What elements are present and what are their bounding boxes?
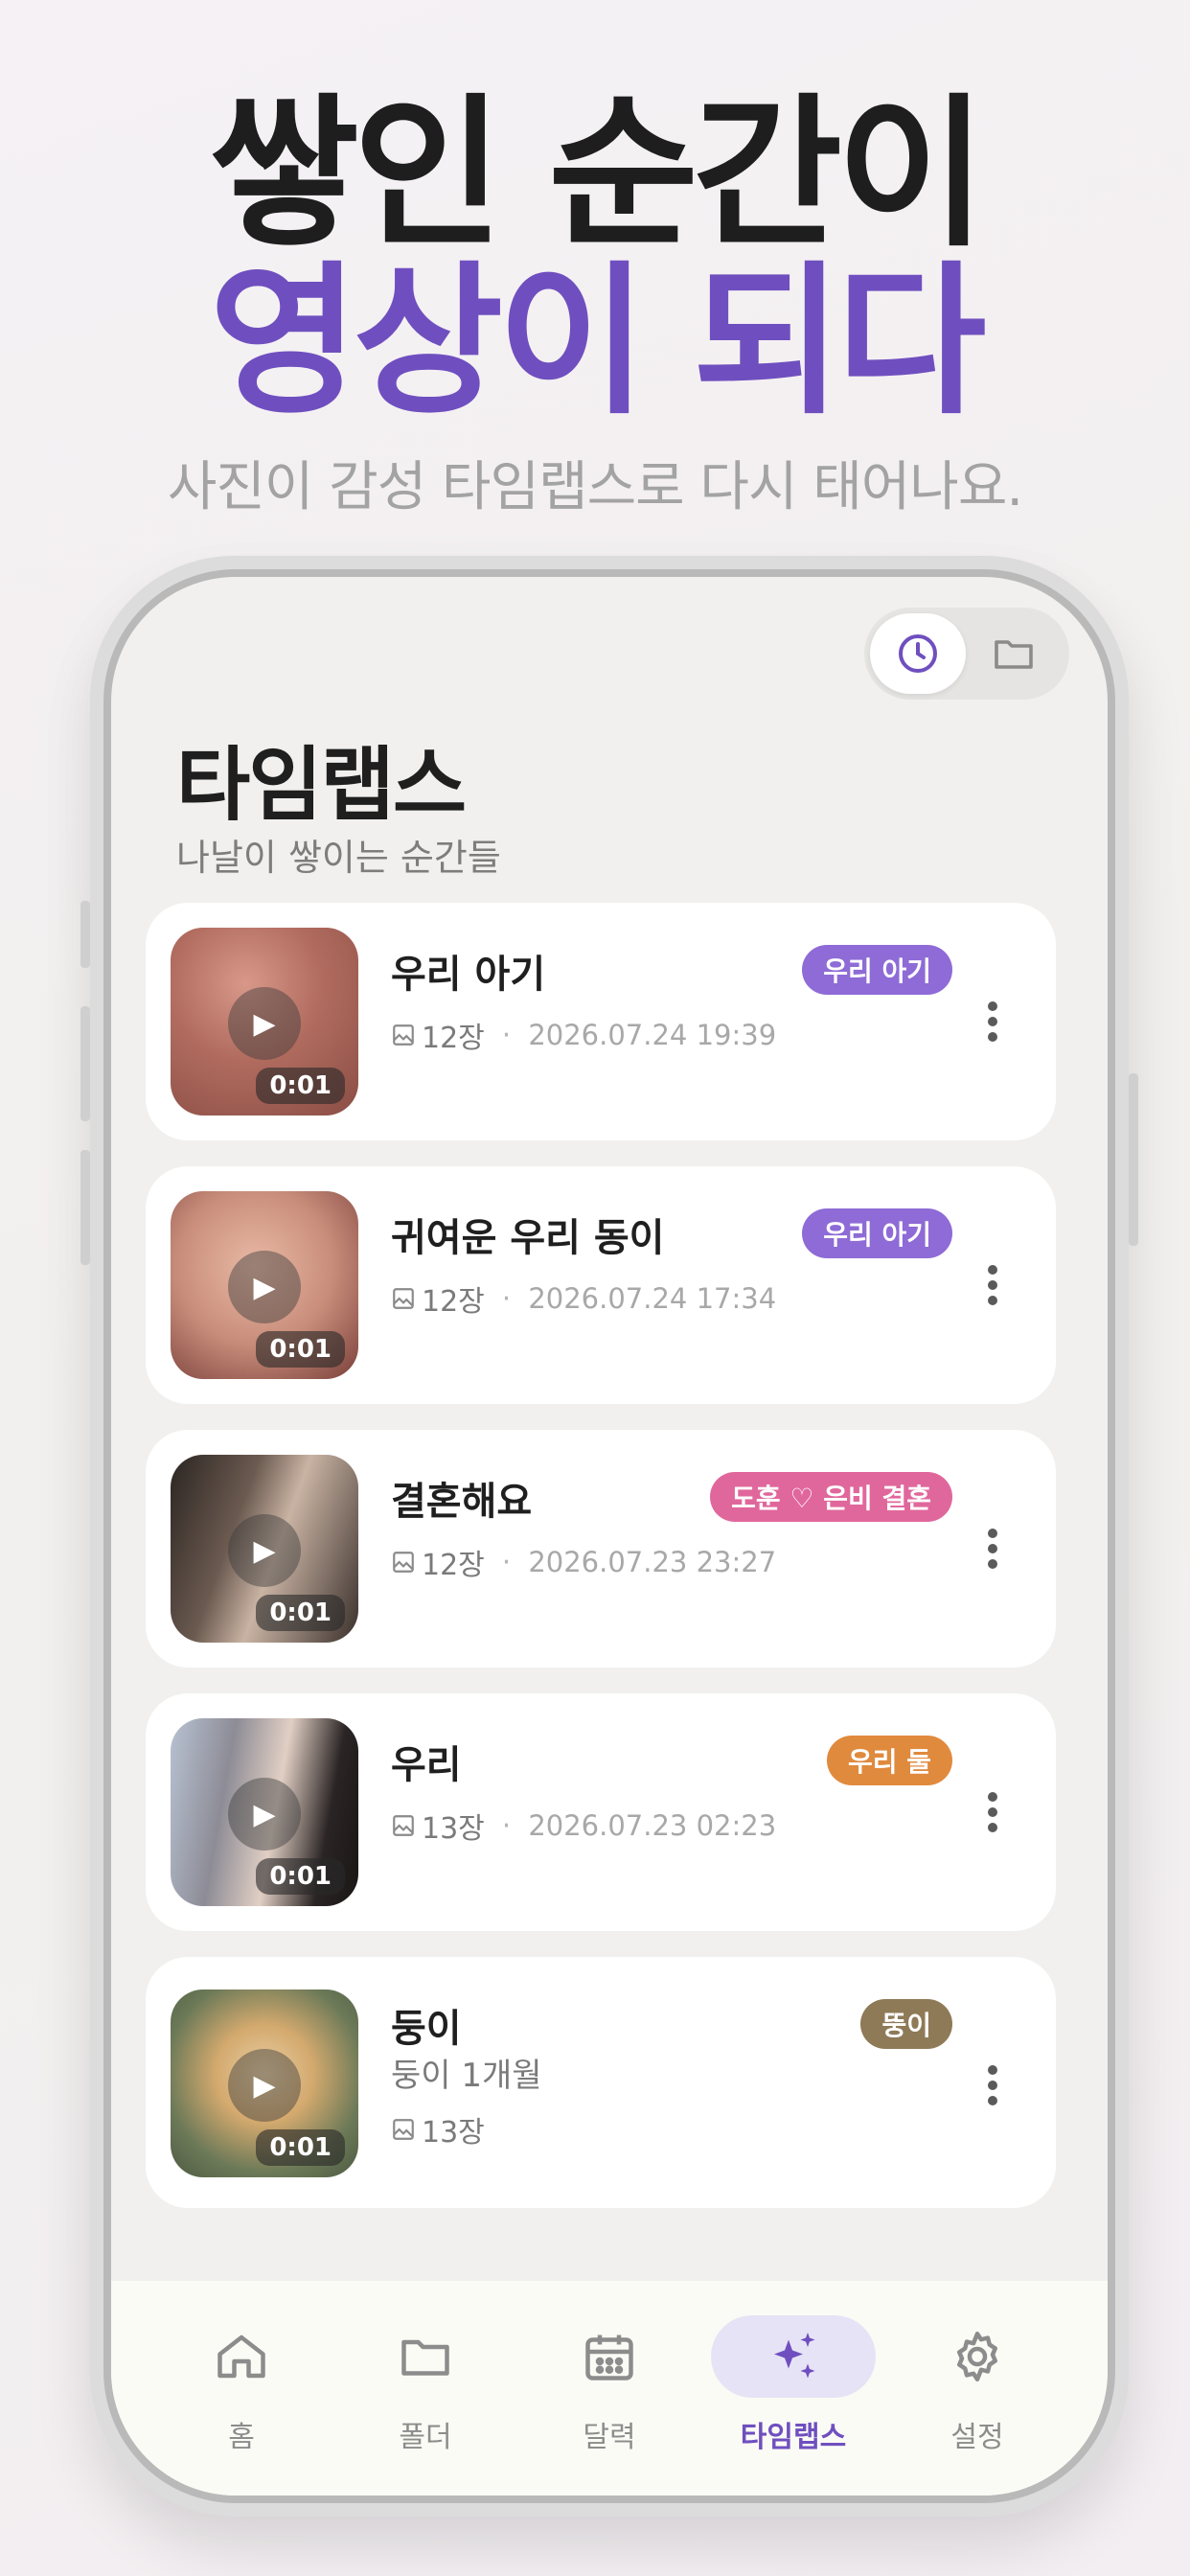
card-title: 결혼해요 xyxy=(391,1480,533,1524)
tab-label: 홈 xyxy=(228,2421,255,2454)
tab-settings[interactable]: 설정 xyxy=(891,2315,1064,2455)
duration-badge: 0:01 xyxy=(256,1331,345,1368)
folder-tag[interactable]: 도훈 ♡ 은비 결혼 xyxy=(710,1472,952,1522)
card-title: 우리 아기 xyxy=(391,953,546,997)
card-date: 2026.07.23 23:27 xyxy=(528,1546,777,1578)
folder-icon xyxy=(995,640,1033,669)
tab-label: 달력 xyxy=(583,2421,636,2454)
phone-frame: 타임랩스 나날이 쌓이는 순간들 ▶ 0:01 우리 아기 12장 · 2026… xyxy=(80,556,1138,2517)
clock-view-button[interactable] xyxy=(870,613,966,694)
side-button xyxy=(80,901,90,968)
play-icon: ▶ xyxy=(228,1778,301,1851)
card-title: 둥이 xyxy=(391,2007,462,2051)
card-meta: 12장 · 2026.07.24 17:34 xyxy=(391,1277,776,1320)
timelapse-card[interactable]: ▶ 0:01 우리 아기 12장 · 2026.07.24 19:39 우리 아… xyxy=(146,903,1056,1140)
timelapse-card[interactable]: ▶ 0:01 귀여운 우리 동이 12장 · 2026.07.24 17:34 … xyxy=(146,1166,1056,1404)
play-icon: ▶ xyxy=(228,1514,301,1587)
calendar-icon xyxy=(585,2334,633,2380)
folder-tag[interactable]: 우리 둘 xyxy=(826,1736,952,1785)
view-toggle xyxy=(864,608,1069,700)
separator-dot: · xyxy=(501,1808,512,1843)
more-options-icon[interactable] xyxy=(987,999,998,1045)
page-subtitle: 나날이 쌓이는 순간들 xyxy=(176,837,501,879)
duration-badge: 0:01 xyxy=(256,1595,345,1631)
more-options-icon[interactable] xyxy=(987,1262,998,1308)
bottom-tab-bar: 홈 폴더 달력 타임랩스 설정 xyxy=(111,2281,1108,2496)
photo-count: 12장 xyxy=(422,1022,485,1055)
separator-dot: · xyxy=(501,1545,512,1579)
card-date: 2026.07.24 17:34 xyxy=(528,1282,777,1315)
tab-label: 설정 xyxy=(950,2421,1004,2454)
more-options-icon[interactable] xyxy=(987,2062,998,2108)
video-thumbnail[interactable]: ▶ 0:01 xyxy=(171,1990,358,2177)
image-icon xyxy=(393,1024,414,1046)
duration-badge: 0:01 xyxy=(256,2129,345,2166)
photo-count: 12장 xyxy=(422,1285,485,1319)
video-thumbnail[interactable]: ▶ 0:01 xyxy=(171,1191,358,1379)
gear-icon xyxy=(957,2332,997,2381)
home-icon xyxy=(217,2334,265,2379)
separator-dot: · xyxy=(501,1018,512,1052)
video-thumbnail[interactable]: ▶ 0:01 xyxy=(171,1455,358,1643)
video-thumbnail[interactable]: ▶ 0:01 xyxy=(171,1718,358,1906)
timelapse-card[interactable]: ▶ 0:01 둥이 둥이 1개월 13장 뚱이 xyxy=(146,1957,1056,2208)
card-meta: 12장 · 2026.07.23 23:27 xyxy=(391,1541,776,1583)
folder-tag[interactable]: 우리 아기 xyxy=(802,945,952,995)
tab-calendar[interactable]: 달력 xyxy=(523,2315,696,2455)
tab-label: 타임랩스 xyxy=(740,2421,847,2454)
card-date: 2026.07.23 02:23 xyxy=(528,1809,777,1842)
card-title: 우리 xyxy=(391,1743,462,1787)
timelapse-list: ▶ 0:01 우리 아기 12장 · 2026.07.24 19:39 우리 아… xyxy=(146,903,1056,2234)
photo-count: 13장 xyxy=(422,2116,485,2150)
clock-icon xyxy=(899,634,937,673)
promo-subtitle: 사진이 감성 타임랩스로 다시 태어나요. xyxy=(167,456,1023,518)
image-icon xyxy=(393,1552,414,1573)
duration-badge: 0:01 xyxy=(256,1858,345,1895)
tab-folder[interactable]: 폴더 xyxy=(339,2315,512,2455)
card-title: 귀여운 우리 동이 xyxy=(391,1216,665,1260)
headline-line-1: 쌓인 순간이 xyxy=(209,80,986,269)
side-button xyxy=(80,1150,90,1265)
folder-view-button[interactable] xyxy=(966,613,1062,694)
side-button xyxy=(80,1006,90,1121)
more-options-icon[interactable] xyxy=(987,1526,998,1572)
duration-badge: 0:01 xyxy=(256,1068,345,1104)
play-icon: ▶ xyxy=(228,1251,301,1323)
side-button xyxy=(1129,1073,1138,1246)
card-description: 둥이 1개월 xyxy=(391,2057,542,2095)
card-date: 2026.07.24 19:39 xyxy=(528,1019,777,1051)
video-thumbnail[interactable]: ▶ 0:01 xyxy=(171,928,358,1116)
play-icon: ▶ xyxy=(228,987,301,1060)
image-icon xyxy=(393,1288,414,1309)
folder-icon xyxy=(401,2339,449,2376)
more-options-icon[interactable] xyxy=(987,1789,998,1835)
photo-count: 13장 xyxy=(422,1812,485,1846)
sparkle-icon xyxy=(774,2333,815,2379)
app-screen: 타임랩스 나날이 쌓이는 순간들 ▶ 0:01 우리 아기 12장 · 2026… xyxy=(111,577,1108,2496)
card-meta: 13장 · 2026.07.23 02:23 xyxy=(391,1805,776,1847)
image-icon xyxy=(393,1815,414,1836)
card-meta: 12장 · 2026.07.24 19:39 xyxy=(391,1014,776,1056)
separator-dot: · xyxy=(501,1281,512,1316)
folder-tag[interactable]: 뚱이 xyxy=(860,1999,952,2049)
tab-timelapse[interactable]: 타임랩스 xyxy=(707,2315,880,2455)
tab-label: 폴더 xyxy=(399,2421,452,2454)
folder-tag[interactable]: 우리 아기 xyxy=(802,1208,952,1258)
promo-header: 쌓인 순간이 영상이 되다 사진이 감성 타임랩스로 다시 태어나요. xyxy=(0,91,1190,521)
image-icon xyxy=(393,2119,414,2140)
photo-count: 12장 xyxy=(422,1549,485,1582)
timelapse-card[interactable]: ▶ 0:01 결혼해요 12장 · 2026.07.23 23:27 도훈 ♡ … xyxy=(146,1430,1056,1668)
timelapse-card[interactable]: ▶ 0:01 우리 13장 · 2026.07.23 02:23 우리 둘 xyxy=(146,1693,1056,1931)
tab-home[interactable]: 홈 xyxy=(155,2315,328,2455)
page-title: 타임랩스 xyxy=(176,738,467,832)
headline-line-2: 영상이 되다 xyxy=(209,247,986,437)
card-meta: 13장 xyxy=(391,2108,485,2150)
play-icon: ▶ xyxy=(228,2049,301,2122)
